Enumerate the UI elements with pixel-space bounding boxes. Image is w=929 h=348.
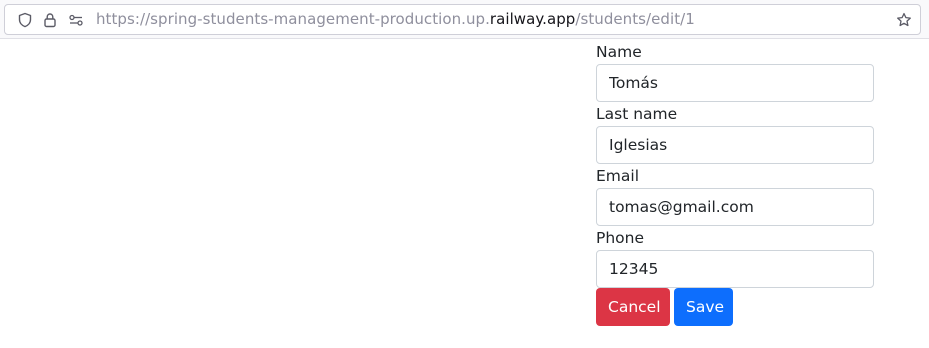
last-name-input[interactable] [596, 126, 874, 164]
lock-icon[interactable] [42, 12, 58, 28]
browser-toolbar: https://spring-students-management-produ… [0, 0, 929, 39]
phone-input[interactable] [596, 250, 874, 288]
url-path: /students/edit/1 [575, 10, 695, 28]
shield-icon[interactable] [17, 12, 33, 28]
url-prefix: https://spring-students-management-produ… [96, 10, 490, 28]
save-button[interactable]: Save [674, 288, 733, 326]
email-input[interactable] [596, 188, 874, 226]
last-name-label: Last name [596, 105, 678, 123]
url-host: railway.app [489, 10, 576, 28]
permissions-icon[interactable] [68, 12, 84, 28]
address-bar[interactable]: https://spring-students-management-produ… [4, 4, 921, 35]
url-text[interactable]: https://spring-students-management-produ… [96, 5, 695, 34]
cancel-button[interactable]: Cancel [596, 288, 670, 326]
bookmark-star-icon[interactable] [896, 12, 912, 28]
student-edit-form: Name Last name Email Phone [596, 40, 874, 288]
name-input[interactable] [596, 64, 874, 102]
name-label: Name [596, 43, 642, 61]
form-actions: Cancel Save [596, 288, 733, 326]
email-label: Email [596, 167, 640, 185]
phone-label: Phone [596, 229, 645, 247]
